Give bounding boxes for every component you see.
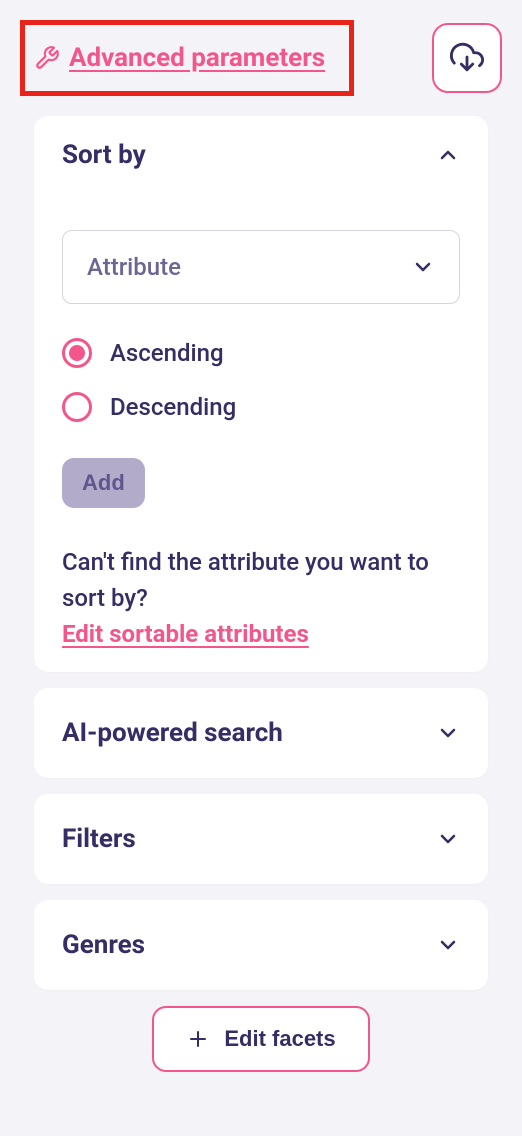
chevron-down-icon (436, 721, 460, 745)
chevron-down-icon (411, 255, 435, 279)
plus-icon (186, 1027, 210, 1051)
wrench-icon (33, 44, 61, 72)
advanced-parameters-link[interactable]: Advanced parameters (69, 43, 325, 73)
edit-facets-button[interactable]: Edit facets (152, 1006, 369, 1072)
chevron-down-icon (436, 827, 460, 851)
chevron-down-icon (436, 933, 460, 957)
export-button[interactable] (432, 23, 502, 93)
filters-card[interactable]: Filters (34, 794, 488, 884)
sort-by-card: Sort by Attribute Ascending Descending A… (34, 116, 488, 672)
genres-title: Genres (62, 930, 145, 960)
sort-by-header[interactable]: Sort by (62, 140, 460, 170)
edit-facets-label: Edit facets (224, 1026, 335, 1052)
sort-by-title: Sort by (62, 140, 146, 170)
radio-descending[interactable]: Descending (62, 392, 460, 422)
radio-icon-unselected (62, 392, 92, 422)
edit-sortable-attributes-link[interactable]: Edit sortable attributes (62, 620, 309, 648)
ai-powered-search-card[interactable]: AI-powered search (34, 688, 488, 778)
header-row: Advanced parameters (0, 0, 522, 116)
ai-powered-search-title: AI-powered search (62, 718, 283, 748)
radio-descending-label: Descending (110, 393, 236, 421)
attribute-select[interactable]: Attribute (62, 230, 460, 304)
genres-card[interactable]: Genres (34, 900, 488, 990)
radio-icon-selected (62, 338, 92, 368)
radio-ascending-label: Ascending (110, 339, 224, 367)
add-button[interactable]: Add (62, 458, 145, 508)
chevron-up-icon (436, 143, 460, 167)
filters-title: Filters (62, 824, 136, 854)
radio-ascending[interactable]: Ascending (62, 338, 460, 368)
advanced-parameters-box: Advanced parameters (20, 20, 354, 96)
sort-direction-group: Ascending Descending (62, 338, 460, 422)
sort-help-text: Can't find the attribute you want to sor… (62, 544, 460, 616)
cloud-download-icon (450, 40, 484, 77)
attribute-select-label: Attribute (87, 253, 181, 281)
